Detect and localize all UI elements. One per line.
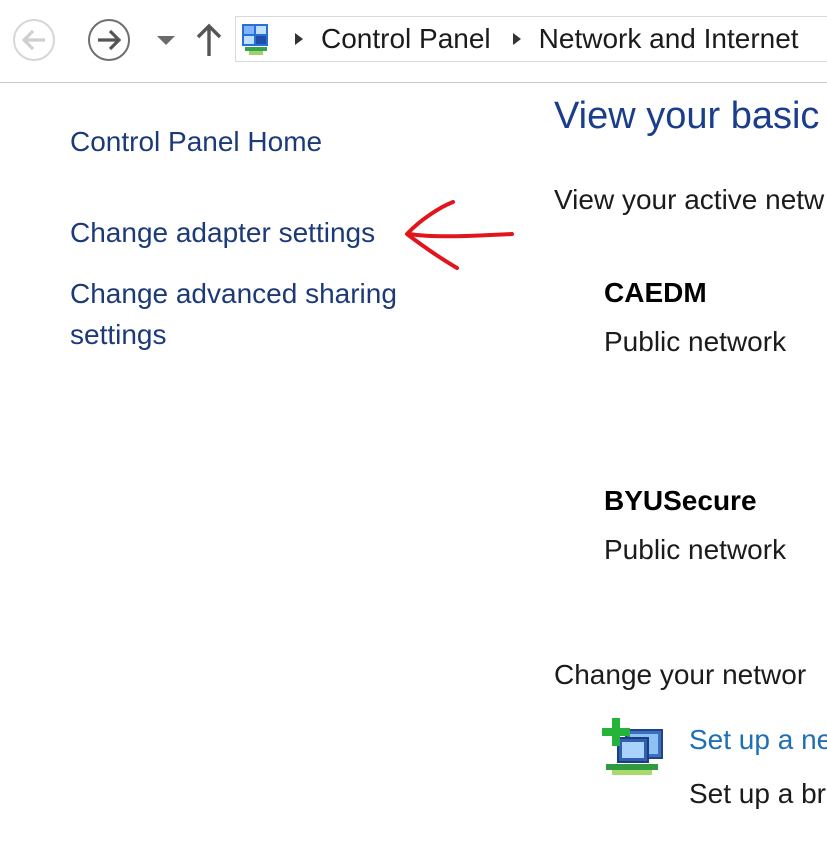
- navigation-bar: Control Panel Network and Internet: [0, 0, 827, 83]
- back-arrow-icon: [21, 29, 45, 51]
- forward-arrow-icon: [98, 29, 122, 51]
- dropdown-triangle-icon: [157, 36, 175, 45]
- page-title: View your basic: [554, 95, 820, 137]
- breadcrumb-separator-icon: [512, 33, 521, 45]
- forward-button[interactable]: [88, 19, 130, 61]
- change-adapter-settings-link[interactable]: Change adapter settings: [70, 212, 375, 253]
- control-panel-icon: [242, 24, 268, 55]
- back-button[interactable]: [13, 19, 55, 61]
- address-bar[interactable]: Control Panel Network and Internet: [235, 16, 827, 62]
- network-type-link[interactable]: Public network: [604, 322, 786, 362]
- network-type-link[interactable]: Public network: [604, 530, 786, 570]
- network-setup-icon: [602, 718, 663, 775]
- control-panel-home-link[interactable]: Control Panel Home: [70, 121, 322, 162]
- breadcrumb-control-panel[interactable]: Control Panel: [321, 23, 491, 55]
- red-arrow-annotation: [405, 200, 514, 270]
- network-name: CAEDM: [604, 277, 707, 308]
- recent-locations-button[interactable]: [155, 30, 177, 50]
- change-settings-heading: Change your networ: [554, 659, 807, 690]
- set-up-description: Set up a br: [689, 778, 826, 809]
- breadcrumb-network-and-internet[interactable]: Network and Internet: [539, 23, 799, 55]
- set-up-new-connection-link[interactable]: Set up a ne: [689, 720, 827, 760]
- up-button[interactable]: [195, 22, 223, 58]
- breadcrumb-separator-icon: [295, 33, 303, 45]
- network-name: BYUSecure: [604, 485, 757, 516]
- up-arrow-icon: [196, 23, 222, 56]
- change-advanced-sharing-settings-link[interactable]: Change advanced sharing settings: [70, 273, 450, 355]
- active-networks-heading: View your active netw: [554, 184, 825, 215]
